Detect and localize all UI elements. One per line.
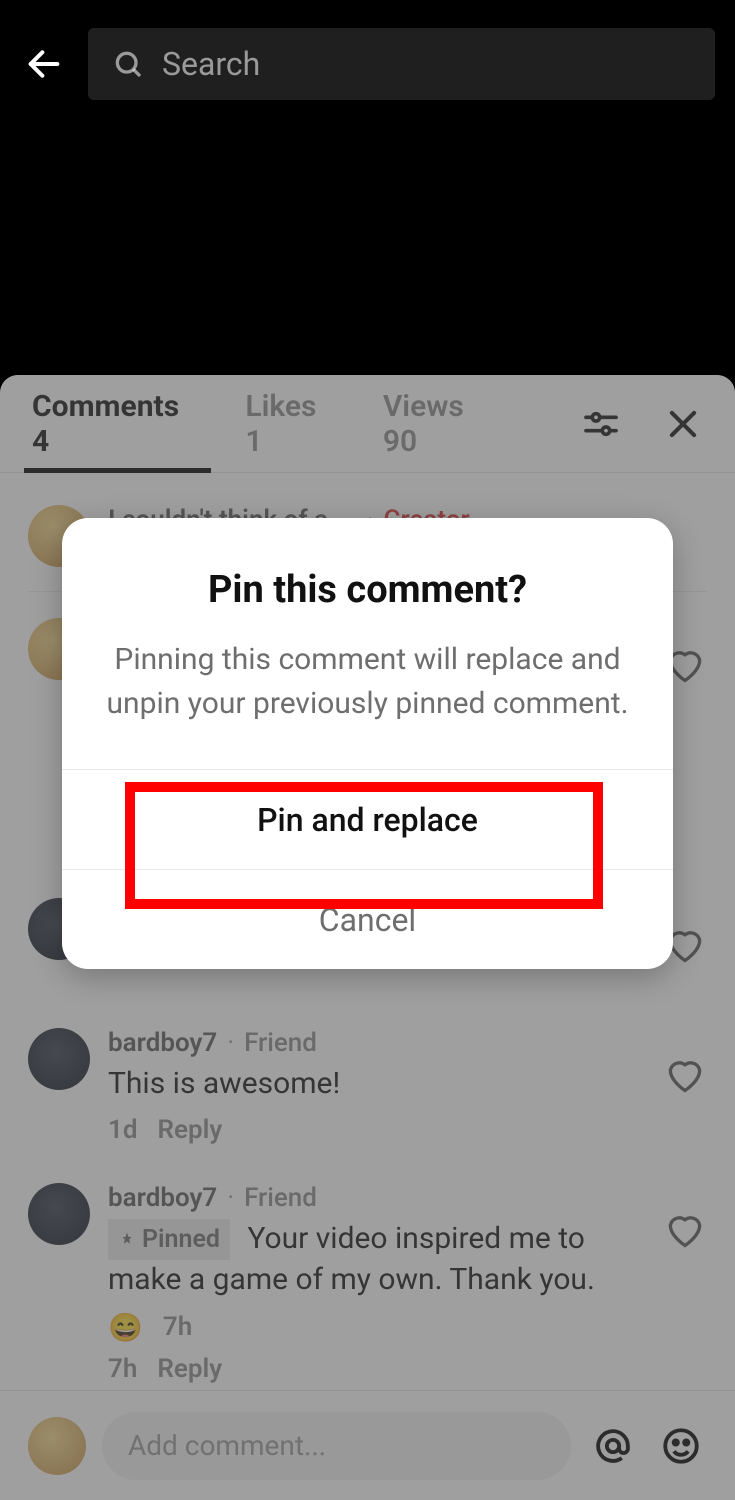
top-bar: Search <box>0 0 735 120</box>
search-placeholder: Search <box>162 45 260 83</box>
dialog-description: Pinning this comment will replace and un… <box>104 638 631 725</box>
pin-dialog: Pin this comment? Pinning this comment w… <box>62 518 673 969</box>
back-button[interactable] <box>20 40 68 88</box>
arrow-left-icon <box>24 44 64 84</box>
search-icon <box>112 48 144 80</box>
dialog-title: Pin this comment? <box>104 568 631 612</box>
cancel-button[interactable]: Cancel <box>62 869 673 969</box>
search-input[interactable]: Search <box>88 28 715 100</box>
pin-and-replace-button[interactable]: Pin and replace <box>62 769 673 869</box>
